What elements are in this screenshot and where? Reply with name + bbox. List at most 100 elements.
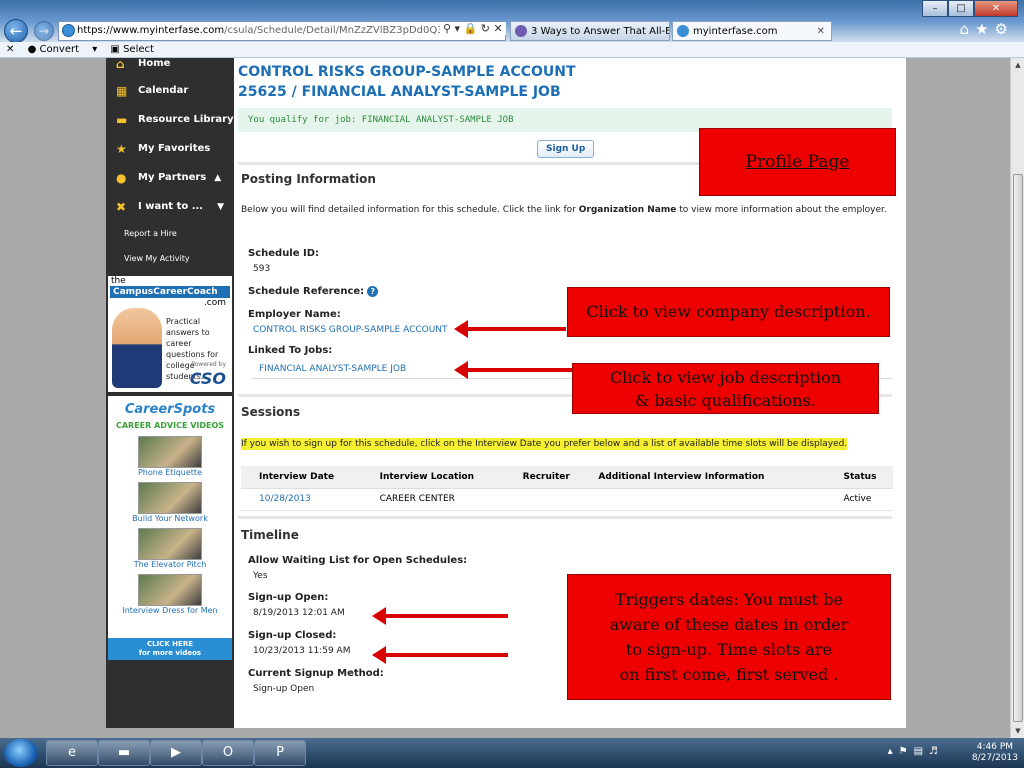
volume-icon[interactable]: ♬ bbox=[929, 746, 944, 757]
convert-button[interactable]: ● Convert ▾ bbox=[28, 44, 98, 55]
status: Active bbox=[837, 488, 893, 511]
col-additional-info: Additional Interview Information bbox=[592, 466, 838, 489]
sidebar-item-label: I want to ... bbox=[138, 201, 204, 212]
careerspots-ad: CareerSpots CAREER ADVICE VIDEOS Phone E… bbox=[108, 396, 232, 660]
video-caption: The Elevator Pitch bbox=[133, 560, 207, 569]
ad-brand-suffix: .com bbox=[203, 298, 226, 308]
system-tray-icons[interactable]: ▴⚑▤♬ bbox=[888, 746, 944, 757]
help-icon[interactable]: ? bbox=[367, 286, 379, 297]
arrow-left-icon bbox=[372, 607, 508, 625]
arrow-left-icon bbox=[454, 361, 572, 379]
vertical-scrollbar[interactable]: ▲ ▼ bbox=[1010, 58, 1024, 738]
table-header-row: Interview Date Interview Location Recrui… bbox=[241, 466, 893, 489]
clock[interactable]: 4:46 PM 8/27/2013 bbox=[972, 742, 1018, 764]
annotation-line: Click to view job description bbox=[609, 368, 842, 387]
clock-time: 4:46 PM bbox=[976, 742, 1014, 752]
scroll-up-icon[interactable]: ▲ bbox=[1011, 58, 1024, 72]
taskbar-media-player-icon[interactable]: ▶ bbox=[150, 740, 202, 766]
close-bar-icon[interactable]: ✕ bbox=[6, 44, 14, 55]
campus-career-coach-ad[interactable]: the CampusCareerCoach .com Practical ans… bbox=[108, 276, 232, 392]
sign-up-button[interactable]: Sign Up bbox=[537, 140, 595, 158]
address-bar[interactable]: https://www.myinterfase.com/csula/Schedu… bbox=[58, 21, 506, 41]
col-recruiter: Recruiter bbox=[516, 466, 593, 489]
minimize-button[interactable]: – bbox=[922, 0, 948, 17]
tab-myinterfase[interactable]: myinterfase.com ✕ bbox=[672, 21, 832, 41]
annotation-line: Triggers dates: You must be bbox=[615, 590, 843, 609]
taskbar-powerpoint-icon[interactable]: P bbox=[254, 740, 306, 766]
gear-icon[interactable]: ⚙ bbox=[995, 20, 1014, 38]
interview-location: CAREER CENTER bbox=[373, 488, 517, 511]
sidebar-item-my-favorites[interactable]: ★ My Favorites bbox=[106, 134, 234, 163]
more-videos-button[interactable]: CLICK HERE for more videos bbox=[108, 638, 232, 660]
video-interview-dress[interactable]: Interview Dress for Men bbox=[108, 574, 232, 615]
employer-name-link[interactable]: CONTROL RISKS GROUP-SAMPLE ACCOUNT bbox=[253, 325, 448, 335]
flag-icon[interactable]: ⚑ bbox=[899, 746, 914, 757]
signup-open-label: Sign-up Open: bbox=[248, 592, 329, 603]
tab-label: 3 Ways to Answer That All-Enc... bbox=[531, 26, 670, 37]
cso-logo: CSO bbox=[189, 369, 226, 388]
careerspots-logo: CareerSpots bbox=[124, 402, 216, 417]
ad-brand-top: the bbox=[111, 276, 126, 286]
tab-favicon-icon bbox=[677, 25, 689, 37]
ad-powered-by: Powered by bbox=[191, 361, 226, 368]
sessions-title: Sessions bbox=[241, 405, 301, 419]
linked-job-link[interactable]: FINANCIAL ANALYST-SAMPLE JOB bbox=[259, 364, 406, 374]
video-caption: Build Your Network bbox=[132, 514, 208, 523]
taskbar-explorer-icon[interactable]: ▬ bbox=[98, 740, 150, 766]
posting-description: Below you will find detailed information… bbox=[241, 205, 887, 215]
employer-title: CONTROL RISKS GROUP-SAMPLE ACCOUNT bbox=[238, 64, 576, 80]
sidebar-item-calendar[interactable]: ▦ Calendar bbox=[106, 76, 234, 105]
home-icon[interactable]: ⌂ bbox=[960, 20, 976, 38]
ad-text-line: Practical answers to bbox=[166, 317, 210, 337]
sidebar-item-my-partners[interactable]: ● My Partners ▲ bbox=[106, 163, 234, 192]
waiting-list-label: Allow Waiting List for Open Schedules: bbox=[248, 555, 468, 566]
maximize-button[interactable]: □ bbox=[948, 0, 974, 17]
sidebar-item-label: Calendar bbox=[138, 85, 189, 96]
tab-3-ways[interactable]: 3 Ways to Answer That All-Enc... bbox=[510, 21, 670, 41]
sessions-table: Interview Date Interview Location Recrui… bbox=[241, 466, 893, 511]
signup-closed-label: Sign-up Closed: bbox=[248, 630, 337, 641]
select-button[interactable]: ▣ Select bbox=[110, 44, 164, 55]
sidebar-subitem-report-hire[interactable]: Report a Hire bbox=[106, 221, 234, 246]
taskbar-outlook-icon[interactable]: O bbox=[202, 740, 254, 766]
close-window-button[interactable]: ✕ bbox=[974, 0, 1018, 17]
search-icon[interactable]: ⚲ bbox=[443, 22, 451, 35]
arrow-left-icon bbox=[454, 320, 566, 338]
video-elevator-pitch[interactable]: The Elevator Pitch bbox=[108, 528, 232, 569]
interview-date-link[interactable]: 10/28/2013 bbox=[241, 488, 374, 511]
coach-portrait bbox=[112, 308, 162, 388]
scroll-down-icon[interactable]: ▼ bbox=[1011, 724, 1024, 738]
tools-icon: ✖ bbox=[116, 199, 127, 214]
video-caption: Interview Dress for Men bbox=[122, 606, 218, 615]
sidebar-item-i-want-to[interactable]: ✖ I want to ... ▼ bbox=[106, 192, 234, 221]
back-button[interactable]: ← bbox=[4, 19, 28, 43]
browser-toolbar-icons: ⌂★⚙ bbox=[960, 20, 1014, 38]
annotation-line: to sign-up. Time slots are bbox=[625, 640, 832, 659]
annotation-trigger-dates: Triggers dates: You must be aware of the… bbox=[567, 574, 891, 700]
annotation-line: on first come, first served . bbox=[619, 665, 839, 684]
close-tab-icon[interactable]: ✕ bbox=[817, 22, 825, 40]
refresh-icon[interactable]: ↻ bbox=[481, 22, 490, 35]
forward-button[interactable]: → bbox=[34, 21, 54, 41]
sidebar-item-home[interactable]: ⌂ Home bbox=[106, 58, 234, 76]
sidebar-subitem-view-activity[interactable]: View My Activity bbox=[106, 246, 234, 271]
stop-icon[interactable]: ✕ bbox=[494, 22, 503, 35]
linked-jobs-label: Linked To Jobs: bbox=[248, 345, 333, 356]
col-interview-location: Interview Location bbox=[373, 466, 517, 489]
taskbar-ie-icon[interactable]: e bbox=[46, 740, 98, 766]
divider bbox=[238, 516, 892, 519]
start-button[interactable] bbox=[4, 739, 38, 767]
ad-brand-name: CampusCareerCoach bbox=[110, 286, 230, 298]
browser-chrome: – □ ✕ ← → https://www.myinterfase.com/cs… bbox=[0, 0, 1024, 58]
sidebar-item-resource-library[interactable]: ▬ Resource Library bbox=[106, 105, 234, 134]
network-icon[interactable]: ▤ bbox=[914, 746, 929, 757]
address-tools[interactable]: ⚲ ▾ 🔒 ↻ ✕ bbox=[440, 22, 506, 35]
video-build-network[interactable]: Build Your Network bbox=[108, 482, 232, 523]
additional-info bbox=[592, 488, 838, 511]
video-phone-etiquette[interactable]: Phone Etiquette bbox=[108, 436, 232, 477]
scroll-thumb[interactable] bbox=[1013, 174, 1023, 722]
schedule-id-value: 593 bbox=[253, 264, 271, 274]
favorites-star-icon[interactable]: ★ bbox=[975, 20, 994, 38]
show-hidden-icon[interactable]: ▴ bbox=[888, 746, 899, 757]
tab-favicon-icon bbox=[515, 25, 527, 37]
